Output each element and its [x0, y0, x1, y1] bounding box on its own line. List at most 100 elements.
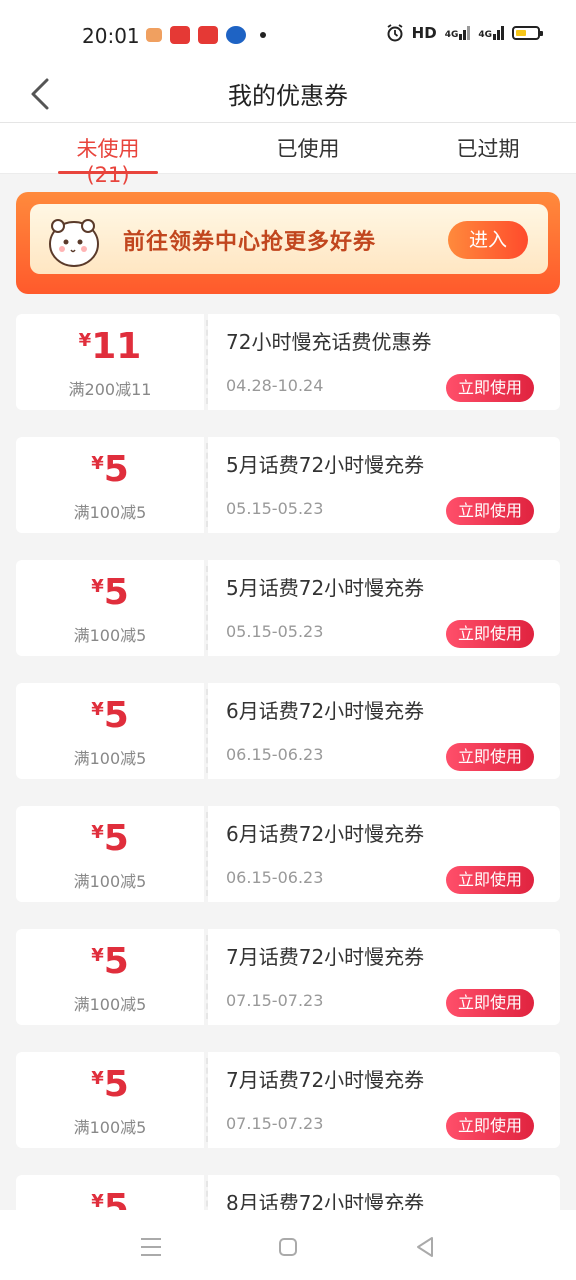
coupon-value-panel: ¥5 满100减5: [16, 437, 204, 533]
coupon-condition: 满100减5: [73, 749, 147, 768]
coupon-value-panel: ¥5 满100减5: [16, 1052, 204, 1148]
status-right: HD 4G 4G: [386, 24, 543, 42]
coupon-date: 05.15-05.23: [226, 499, 324, 518]
tab-bar: 未使用(21) 已使用 已过期: [0, 122, 576, 187]
coupon-value-panel: ¥5 满100减5: [16, 560, 204, 656]
coupon-value-panel: ¥11 满200减11: [16, 314, 204, 410]
use-now-button[interactable]: 立即使用: [446, 743, 534, 771]
coupon-amount: ¥5: [16, 1064, 204, 1105]
coupon-info-panel: 6月话费72小时慢充券 06.15-06.23 立即使用: [208, 806, 560, 902]
menu-button[interactable]: [136, 1232, 166, 1262]
tab-unused[interactable]: 未使用(21): [58, 133, 158, 187]
coupon-info-panel: 7月话费72小时慢充券 07.15-07.23 立即使用: [208, 929, 560, 1025]
coupon-amount-value: 5: [103, 695, 129, 736]
bank-app-icon: [226, 26, 246, 44]
coupon-amount-value: 5: [103, 449, 129, 490]
currency-symbol: ¥: [91, 1191, 104, 1212]
coupon-info-panel: 6月话费72小时慢充券 06.15-06.23 立即使用: [208, 683, 560, 779]
status-notification-icons: [146, 26, 266, 44]
coupon-info-panel: 5月话费72小时慢充券 05.15-05.23 立即使用: [208, 560, 560, 656]
coupon-date: 05.15-05.23: [226, 622, 324, 641]
coupon-card[interactable]: ¥5 满100减5 5月话费72小时慢充券 05.15-05.23 立即使用: [16, 560, 560, 656]
coupon-value-panel: ¥5 满100减5: [16, 806, 204, 902]
coupon-value-panel: ¥5 满100减5: [16, 683, 204, 779]
coupon-card[interactable]: ¥11 满200减11 72小时慢充话费优惠券 04.28-10.24 立即使用: [16, 314, 560, 410]
status-bar: 20:01 HD 4G 4G: [0, 0, 576, 70]
home-button[interactable]: [273, 1232, 303, 1262]
banner-text: 前往领券中心抢更多好券: [123, 230, 377, 255]
more-notifications-dot-icon: [260, 32, 266, 38]
coupon-title: 7月话费72小时慢充券: [226, 945, 425, 969]
coupon-card[interactable]: ¥5 满100减5 5月话费72小时慢充券 05.15-05.23 立即使用: [16, 437, 560, 533]
coupon-condition: 满100减5: [73, 503, 147, 522]
coupon-condition: 满100减5: [73, 626, 147, 645]
use-now-button[interactable]: 立即使用: [446, 989, 534, 1017]
coupon-title: 6月话费72小时慢充券: [226, 699, 425, 723]
coupon-title: 5月话费72小时慢充券: [226, 453, 425, 477]
coupon-title: 7月话费72小时慢充券: [226, 1068, 425, 1092]
news-app-icon: [198, 26, 218, 44]
coupon-card[interactable]: ¥5 满100减5 6月话费72小时慢充券 06.15-06.23 立即使用: [16, 806, 560, 902]
coupon-amount-value: 5: [103, 818, 129, 859]
coupon-title: 72小时慢充话费优惠券: [226, 330, 432, 354]
coupon-condition: 满200减11: [68, 380, 152, 399]
menu-icon: [141, 1238, 161, 1256]
tab-used[interactable]: 已使用: [258, 133, 358, 163]
coupon-card[interactable]: ¥5 满100减5 7月话费72小时慢充券 07.15-07.23 立即使用: [16, 929, 560, 1025]
coupon-amount: ¥5: [16, 941, 204, 982]
coupon-info-panel: 5月话费72小时慢充券 05.15-05.23 立即使用: [208, 437, 560, 533]
coupon-date: 06.15-06.23: [226, 745, 324, 764]
coupon-date: 04.28-10.24: [226, 376, 324, 395]
coupon-amount: ¥11: [16, 326, 204, 367]
use-now-button[interactable]: 立即使用: [446, 620, 534, 648]
home-square-icon: [279, 1238, 297, 1256]
back-triangle-icon: [417, 1237, 433, 1257]
coupon-condition: 满100减5: [73, 872, 147, 891]
system-nav-bar: [0, 1210, 576, 1280]
coupon-amount: ¥5: [16, 695, 204, 736]
coupon-date: 06.15-06.23: [226, 868, 324, 887]
coupon-date: 07.15-07.23: [226, 1114, 324, 1133]
coupon-center-banner[interactable]: 前往领券中心抢更多好券 进入: [16, 192, 560, 294]
currency-symbol: ¥: [91, 699, 104, 720]
shopping-app-icon: [170, 26, 190, 44]
currency-symbol: ¥: [91, 822, 104, 843]
coupon-title: 6月话费72小时慢充券: [226, 822, 425, 846]
active-tab-indicator: [58, 171, 158, 174]
alarm-icon: [387, 24, 403, 42]
coupon-amount: ¥5: [16, 449, 204, 490]
coupon-amount: ¥5: [16, 818, 204, 859]
page-title: 我的优惠券: [228, 82, 348, 110]
coupon-info-panel: 7月话费72小时慢充券 07.15-07.23 立即使用: [208, 1052, 560, 1148]
coupon-condition: 满100减5: [73, 995, 147, 1014]
use-now-button[interactable]: 立即使用: [446, 497, 534, 525]
coupon-card[interactable]: ¥5 满100减5 7月话费72小时慢充券 07.15-07.23 立即使用: [16, 1052, 560, 1148]
currency-symbol: ¥: [91, 945, 104, 966]
currency-symbol: ¥: [91, 1068, 104, 1089]
hd-indicator: HD: [411, 24, 437, 42]
currency-symbol: ¥: [78, 330, 92, 351]
coupon-title: 5月话费72小时慢充券: [226, 576, 425, 600]
enter-button[interactable]: 进入: [448, 221, 528, 259]
currency-symbol: ¥: [91, 453, 104, 474]
bear-mascot-icon: [49, 219, 99, 267]
coupon-amount-value: 11: [91, 326, 142, 367]
battery-icon: [512, 26, 543, 40]
signal-4g-2-icon: 4G: [478, 26, 504, 40]
coupon-amount-value: 5: [103, 1064, 129, 1105]
status-time: 20:01: [82, 24, 140, 48]
coupon-condition: 满100减5: [73, 1118, 147, 1137]
use-now-button[interactable]: 立即使用: [446, 1112, 534, 1140]
coupon-card[interactable]: ¥5 满100减5 6月话费72小时慢充券 06.15-06.23 立即使用: [16, 683, 560, 779]
header: 我的优惠券: [0, 70, 576, 122]
coupon-date: 07.15-07.23: [226, 991, 324, 1010]
coupon-amount-value: 5: [103, 941, 129, 982]
coupon-value-panel: ¥5 满100减5: [16, 929, 204, 1025]
use-now-button[interactable]: 立即使用: [446, 374, 534, 402]
coupon-amount-value: 5: [103, 572, 129, 613]
currency-symbol: ¥: [91, 576, 104, 597]
back-nav-button[interactable]: [410, 1232, 440, 1262]
tab-expired[interactable]: 已过期: [438, 133, 538, 163]
game-app-icon: [146, 28, 162, 42]
use-now-button[interactable]: 立即使用: [446, 866, 534, 894]
